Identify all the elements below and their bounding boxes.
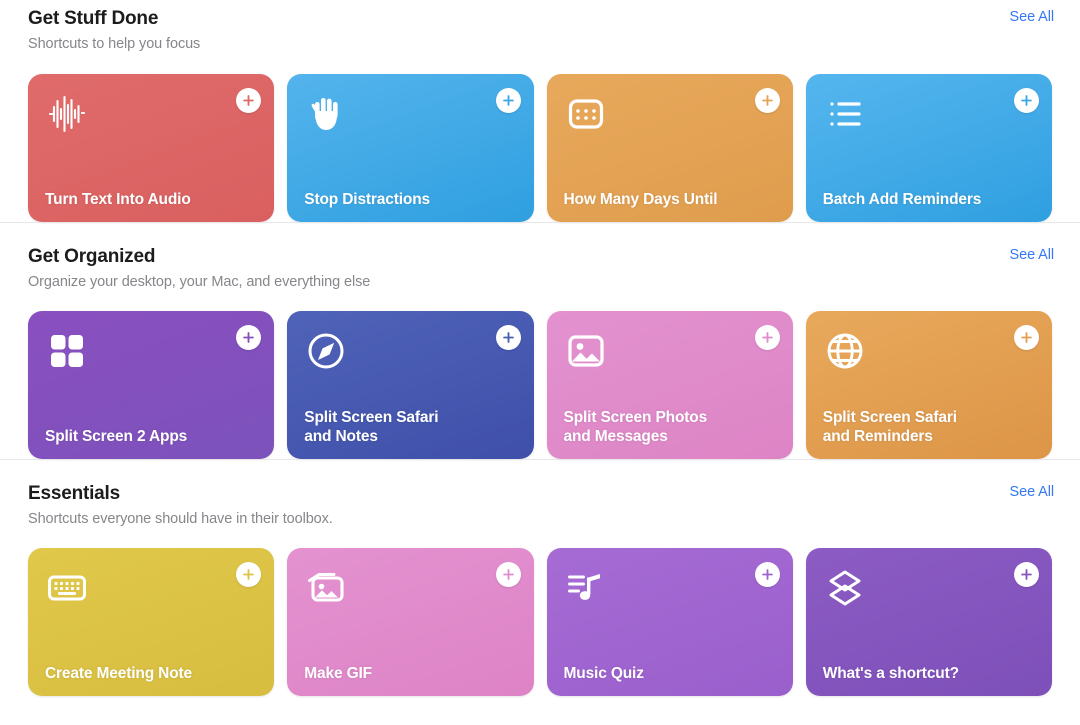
shortcut-card[interactable]: Split Screen 2 Apps bbox=[28, 311, 275, 459]
shortcut-card-title: Split Screen Safari and Reminders bbox=[822, 409, 957, 445]
add-shortcut-button[interactable] bbox=[1014, 88, 1039, 113]
shortcut-card[interactable]: Turn Text Into Audio bbox=[28, 74, 275, 222]
shortcut-card[interactable]: Split Screen Photos and Messages bbox=[546, 311, 793, 459]
card-row: Turn Text Into Audio Stop Distractions H… bbox=[0, 74, 1080, 222]
shortcut-card[interactable]: How Many Days Until bbox=[546, 74, 793, 222]
shortcut-card-title: Stop Distractions bbox=[304, 191, 431, 208]
add-shortcut-button[interactable] bbox=[754, 562, 780, 587]
section-header: Get Organized Organize your desktop, you… bbox=[0, 223, 1080, 293]
section-subtitle: Organize your desktop, your Mac, and eve… bbox=[28, 274, 371, 290]
section-get-organized: Get Organized Organize your desktop, you… bbox=[0, 222, 1080, 459]
shortcut-card-title: Split Screen Safari and Notes bbox=[304, 409, 439, 445]
section-title: Get Organized bbox=[28, 246, 156, 267]
waveform-icon bbox=[45, 92, 89, 136]
shortcut-card-title: What's a shortcut? bbox=[822, 665, 959, 682]
section-header: Essentials Shortcuts everyone should hav… bbox=[0, 460, 1080, 530]
shortcut-card[interactable]: Stop Distractions bbox=[287, 74, 534, 222]
see-all-link[interactable]: See All bbox=[1010, 484, 1055, 500]
section-header: Get Stuff Done Shortcuts to help you foc… bbox=[0, 0, 1080, 55]
section-title: Essentials bbox=[28, 483, 120, 504]
grid-squares-icon bbox=[45, 329, 89, 373]
add-shortcut-button[interactable] bbox=[754, 88, 780, 113]
shortcut-card[interactable]: Split Screen Safari and Notes bbox=[287, 311, 534, 459]
section-subtitle: Shortcuts to help you focus bbox=[28, 36, 201, 52]
shortcut-card-title: Music Quiz bbox=[563, 665, 644, 682]
shortcut-card[interactable]: Music Quiz bbox=[546, 548, 793, 696]
shortcut-card-title: Split Screen 2 Apps bbox=[45, 428, 188, 445]
add-shortcut-button[interactable] bbox=[495, 562, 521, 587]
card-row: Create Meeting Note Make GIF Music Quiz … bbox=[0, 548, 1080, 696]
add-shortcut-button[interactable] bbox=[236, 88, 262, 113]
globe-icon bbox=[823, 329, 867, 373]
section-get-stuff-done: Get Stuff Done Shortcuts to help you foc… bbox=[0, 0, 1080, 222]
section-title: Get Stuff Done bbox=[28, 8, 159, 29]
add-shortcut-button[interactable] bbox=[1014, 325, 1039, 350]
shortcut-card[interactable]: Split Screen Safari and Reminders bbox=[805, 311, 1052, 459]
add-shortcut-button[interactable] bbox=[495, 325, 521, 350]
shortcut-card-title: Create Meeting Note bbox=[45, 665, 193, 682]
list-bullet-icon bbox=[823, 92, 867, 136]
shortcut-card[interactable]: Make GIF bbox=[287, 548, 534, 696]
see-all-link[interactable]: See All bbox=[1010, 247, 1055, 263]
shortcut-card-title: Turn Text Into Audio bbox=[45, 191, 191, 208]
section-essentials: Essentials Shortcuts everyone should hav… bbox=[0, 459, 1080, 696]
calendar-icon bbox=[564, 92, 608, 136]
shortcut-card-title: Batch Add Reminders bbox=[822, 191, 982, 208]
add-shortcut-button[interactable] bbox=[236, 325, 262, 350]
add-shortcut-button[interactable] bbox=[754, 325, 780, 350]
music-list-icon bbox=[564, 566, 608, 610]
shortcut-card-title: How Many Days Until bbox=[563, 191, 718, 208]
photo-stack-icon bbox=[304, 566, 348, 610]
add-shortcut-button[interactable] bbox=[495, 88, 521, 113]
card-row: Split Screen 2 Apps Split Screen Safari … bbox=[0, 311, 1080, 459]
photo-icon bbox=[564, 329, 608, 373]
see-all-link[interactable]: See All bbox=[1010, 9, 1055, 25]
add-shortcut-button[interactable] bbox=[236, 562, 262, 587]
keyboard-icon bbox=[45, 566, 89, 610]
shortcut-card[interactable]: Batch Add Reminders bbox=[805, 74, 1052, 222]
shortcut-card-title: Split Screen Photos and Messages bbox=[563, 409, 708, 445]
safari-compass-icon bbox=[304, 329, 348, 373]
layers-icon bbox=[823, 566, 867, 610]
shortcut-card[interactable]: Create Meeting Note bbox=[28, 548, 275, 696]
section-subtitle: Shortcuts everyone should have in their … bbox=[28, 511, 333, 527]
add-shortcut-button[interactable] bbox=[1014, 562, 1039, 587]
shortcut-card-title: Make GIF bbox=[304, 665, 372, 682]
shortcut-card[interactable]: What's a shortcut? bbox=[805, 548, 1052, 696]
hand-raised-icon bbox=[304, 92, 348, 136]
shortcuts-gallery: Get Stuff Done Shortcuts to help you foc… bbox=[0, 0, 1080, 696]
